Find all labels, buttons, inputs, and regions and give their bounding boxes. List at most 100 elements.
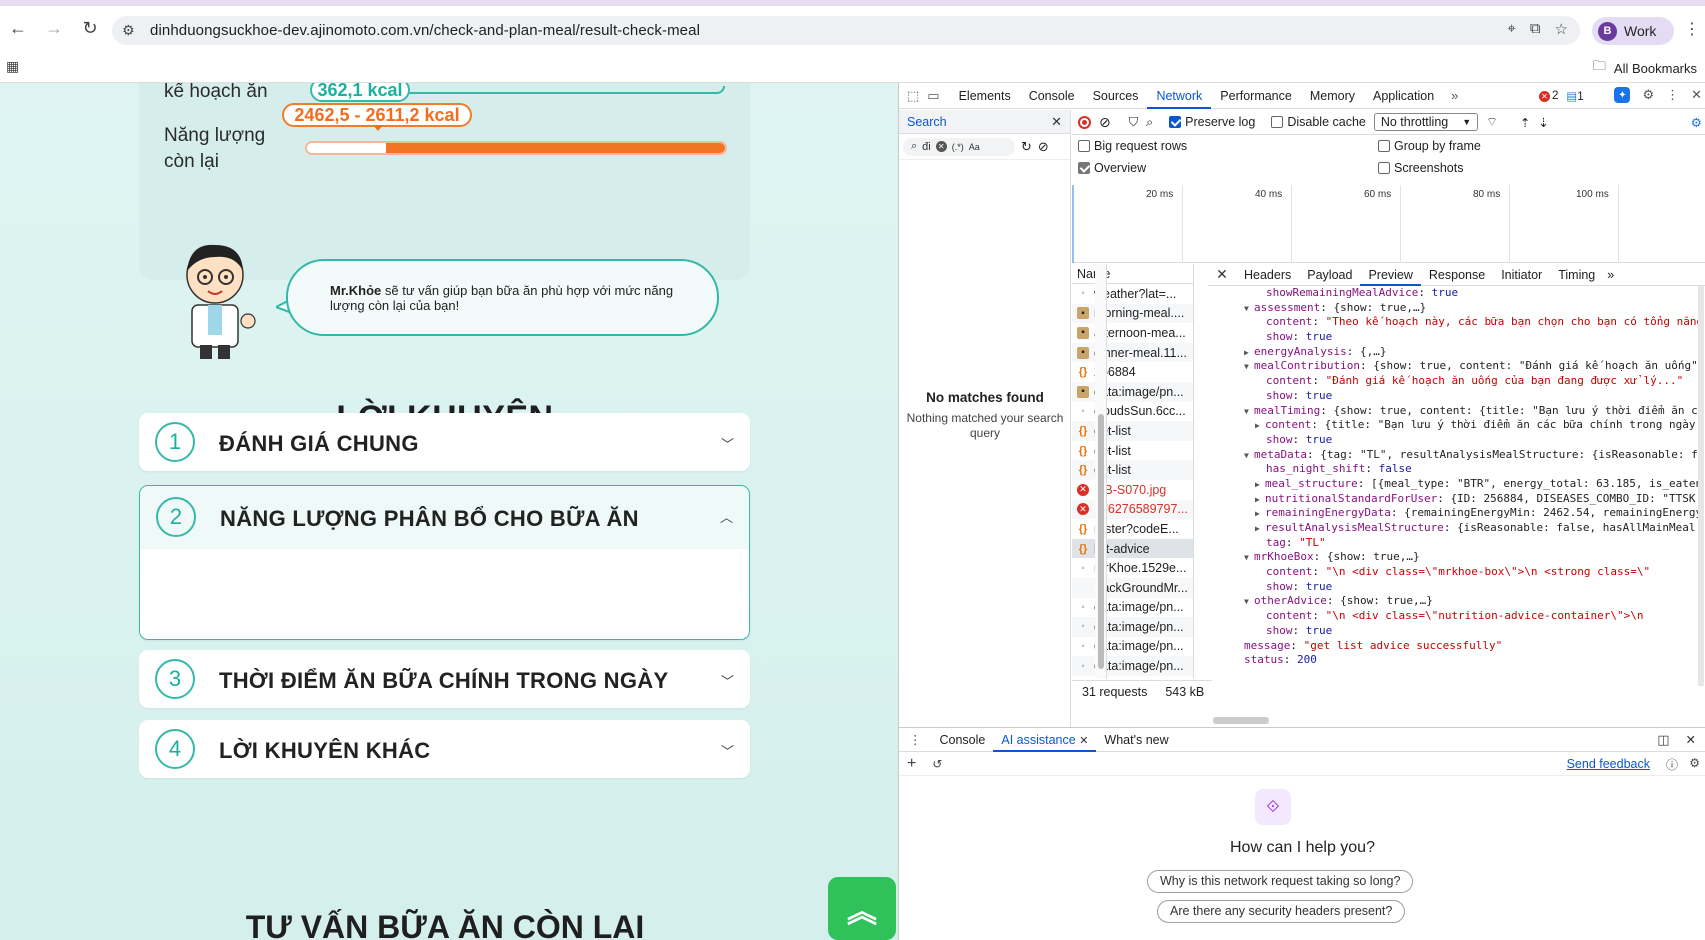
network-overview-timeline[interactable]: 20 ms 40 ms 60 ms 80 ms 100 ms bbox=[1072, 185, 1705, 263]
request-row[interactable]: ▪ morning-meal.... bbox=[1072, 303, 1193, 324]
collapsed-triangle-icon[interactable]: ▶ bbox=[1255, 419, 1265, 433]
network-conditions-icon[interactable]: ⌔ bbox=[1486, 114, 1498, 130]
collapsed-triangle-icon[interactable]: ▶ bbox=[1255, 507, 1265, 521]
preview-scrollbar[interactable] bbox=[1698, 286, 1704, 686]
screenshots-checkbox[interactable]: Screenshots bbox=[1378, 161, 1463, 175]
json-line[interactable]: ▼ mealTiming: {show: true, content: {titl… bbox=[1208, 404, 1698, 419]
settings-gear-icon[interactable]: ⚙ bbox=[1642, 87, 1654, 103]
close-detail-icon[interactable]: ✕ bbox=[1208, 266, 1236, 283]
apps-grid-icon[interactable]: ▦ bbox=[6, 58, 19, 75]
close-tab-icon[interactable]: ✕ bbox=[1079, 735, 1088, 747]
json-line[interactable]: ▶ resultAnalysisMealStructure: {isReasona… bbox=[1208, 521, 1698, 536]
dock-side-icon[interactable]: ◫ bbox=[1657, 732, 1669, 748]
back-arrow-icon[interactable]: ← bbox=[0, 10, 36, 46]
all-bookmarks-button[interactable]: 🗀 All Bookmarks bbox=[1593, 57, 1697, 79]
accordion-other-advice[interactable]: 4 LỜI KHUYÊN KHÁC ﹀ bbox=[139, 720, 750, 778]
close-devtools-icon[interactable]: ✕ bbox=[1691, 87, 1702, 103]
tab-performance[interactable]: Performance bbox=[1211, 83, 1301, 109]
ai-settings-icon[interactable]: ⚙ bbox=[1689, 756, 1700, 770]
export-har-icon[interactable]: ⇣ bbox=[1538, 115, 1548, 130]
request-row[interactable]: {} get-list bbox=[1072, 421, 1193, 441]
request-row[interactable]: ▪ afternoon-mea... bbox=[1072, 323, 1193, 343]
filter-icon[interactable]: ⛉ bbox=[1129, 115, 1138, 130]
request-row[interactable]: {} list-advice bbox=[1072, 538, 1193, 559]
devtools-menu-icon[interactable]: ⋮ bbox=[1666, 87, 1679, 103]
name-column-header[interactable]: Name bbox=[1072, 264, 1193, 284]
close-search-icon[interactable]: ✕ bbox=[1051, 114, 1062, 130]
location-icon[interactable]: ⌖ bbox=[1507, 20, 1515, 38]
reload-icon[interactable]: ↻ bbox=[72, 10, 108, 46]
bookmark-star-icon[interactable]: ☆ bbox=[1555, 20, 1568, 38]
preview-horizontal-scrollbar[interactable] bbox=[1213, 717, 1269, 724]
network-settings-icon[interactable]: ⚙ bbox=[1691, 115, 1702, 130]
accordion-general-assessment[interactable]: 1 ĐÁNH GIÁ CHUNG ﹀ bbox=[139, 413, 750, 471]
match-case-toggle[interactable]: Aa bbox=[969, 142, 980, 152]
address-bar[interactable]: ⚙ dinhduongsuckhoe-dev.ajinomoto.com.vn/… bbox=[112, 16, 1580, 45]
clear-log-icon[interactable]: ⊘ bbox=[1099, 114, 1111, 131]
import-har-icon[interactable]: ⇡ bbox=[1520, 115, 1530, 130]
inspect-element-icon[interactable]: ⬚ bbox=[907, 88, 919, 104]
more-detail-tabs-icon[interactable]: » bbox=[1603, 268, 1614, 282]
expanded-triangle-icon[interactable]: ▼ bbox=[1244, 302, 1254, 316]
collapsed-triangle-icon[interactable]: ▶ bbox=[1255, 522, 1265, 536]
request-row[interactable]: ◦ mrKhoe.1529e... bbox=[1072, 558, 1193, 578]
json-line[interactable]: ▶ meal_structure: [{meal_type: "BTR", ene… bbox=[1208, 477, 1698, 492]
error-badge[interactable]: ✕ 2 bbox=[1539, 90, 1558, 102]
tab-response[interactable]: Response bbox=[1421, 264, 1493, 286]
issue-badges[interactable]: ✕ 2 ▤1 bbox=[1539, 89, 1584, 103]
suggestion-chip[interactable]: Are there any security headers present? bbox=[1157, 900, 1406, 923]
request-row[interactable]: ◦ weather?lat=... bbox=[1072, 284, 1193, 304]
preserve-log-checkbox[interactable]: Preserve log bbox=[1169, 115, 1255, 129]
json-line[interactable]: ▼ assessment: {show: true,…} bbox=[1208, 301, 1698, 316]
history-icon[interactable]: ↺ bbox=[932, 757, 942, 771]
request-row[interactable]: ◦ cloudsSun.6cc... bbox=[1072, 402, 1193, 422]
chevron-down-icon[interactable]: ﹀ bbox=[721, 434, 734, 453]
drawer-tab-ai-assistance[interactable]: AI assistance ✕ bbox=[993, 728, 1097, 752]
chevron-down-icon[interactable]: ﹀ bbox=[721, 741, 734, 760]
ai-assistant-icon[interactable]: ✦ bbox=[1614, 87, 1631, 103]
accordion-meal-energy-distribution[interactable]: 2 NĂNG LƯỢNG PHÂN BỔ CHO BỮA ĂN ︿ bbox=[139, 485, 750, 640]
request-row[interactable]: {} roster?codeE... bbox=[1072, 519, 1193, 539]
accordion-main-meal-timing[interactable]: 3 THỜI ĐIỂM ĂN BỮA CHÍNH TRONG NGÀY ﹀ bbox=[139, 650, 750, 708]
tab-sources[interactable]: Sources bbox=[1084, 83, 1148, 109]
request-row[interactable]: ▪ data:image/pn... bbox=[1072, 381, 1193, 402]
close-drawer-icon[interactable]: ✕ bbox=[1670, 732, 1705, 747]
request-row[interactable]: ◦ data:image/pn... bbox=[1072, 617, 1193, 637]
disable-cache-checkbox[interactable]: Disable cache bbox=[1271, 115, 1366, 129]
drawer-tab-whats-new[interactable]: What's new bbox=[1096, 728, 1176, 752]
request-row[interactable]: ◦ data:image/pn... bbox=[1072, 656, 1193, 676]
device-toolbar-icon[interactable]: ▭ bbox=[927, 88, 939, 104]
help-icon[interactable]: ⓘ bbox=[1666, 756, 1678, 773]
request-row[interactable]: BackGroundMr... bbox=[1072, 577, 1193, 598]
tab-headers[interactable]: Headers bbox=[1236, 264, 1299, 286]
request-row[interactable]: ◦ data:image/pn... bbox=[1072, 637, 1193, 657]
scrollbar-thumb[interactable] bbox=[1098, 414, 1104, 669]
tab-network[interactable]: Network bbox=[1147, 83, 1212, 109]
request-row[interactable]: {} get-list bbox=[1072, 441, 1193, 461]
json-line[interactable]: ▶ remainingEnergyData: {remainingEnergyMi… bbox=[1208, 506, 1698, 521]
regex-toggle[interactable]: (.*) bbox=[952, 142, 964, 152]
request-row[interactable]: {} 256884 bbox=[1072, 362, 1193, 382]
throttling-select[interactable]: No throttling ▼ bbox=[1373, 113, 1479, 131]
json-line[interactable]: ▼ otherAdvice: {show: true,…} bbox=[1208, 594, 1698, 609]
chevron-down-icon[interactable]: ﹀ bbox=[721, 671, 734, 690]
tab-timing[interactable]: Timing bbox=[1550, 264, 1603, 286]
expanded-triangle-icon[interactable]: ▼ bbox=[1244, 595, 1254, 609]
json-line[interactable]: ▼ mealContribution: {show: true, content:… bbox=[1208, 359, 1698, 374]
json-line[interactable]: ▼ mrKhoeBox: {show: true,…} bbox=[1208, 550, 1698, 565]
collapsed-triangle-icon[interactable]: ▶ bbox=[1244, 346, 1254, 360]
collapsed-triangle-icon[interactable]: ▶ bbox=[1255, 478, 1265, 492]
request-row[interactable]: ◦ data:image/pn... bbox=[1072, 598, 1193, 618]
request-list-scrollbar[interactable] bbox=[1095, 264, 1107, 679]
tab-preview[interactable]: Preview bbox=[1360, 264, 1421, 286]
json-line[interactable]: ▶ energyAnalysis: {,…} bbox=[1208, 345, 1698, 360]
suggestion-chip[interactable]: Why is this network request taking so lo… bbox=[1147, 870, 1414, 893]
forward-arrow-icon[interactable]: → bbox=[36, 10, 72, 46]
drawer-menu-icon[interactable]: ⋮ bbox=[899, 732, 932, 747]
json-line[interactable]: ▶ content: {title: "Bạn lưu ý thời điểm ă… bbox=[1208, 418, 1698, 433]
request-row[interactable]: ✕ MB-S070.jpg bbox=[1072, 480, 1193, 500]
overview-checkbox[interactable]: Overview bbox=[1078, 161, 1146, 175]
refresh-search-icon[interactable]: ↻ bbox=[1021, 139, 1032, 155]
expanded-triangle-icon[interactable]: ▼ bbox=[1244, 449, 1254, 463]
url-text[interactable]: dinhduongsuckhoe-dev.ajinomoto.com.vn/ch… bbox=[150, 22, 700, 39]
